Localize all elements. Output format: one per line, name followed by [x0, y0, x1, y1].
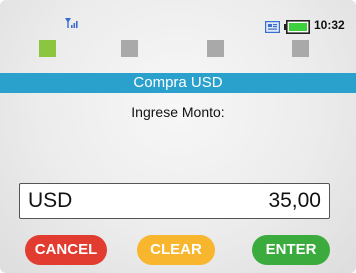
- currency-label: USD: [28, 189, 73, 212]
- battery-icon: [284, 20, 310, 34]
- status-bar: 10:32: [0, 0, 356, 34]
- indicator-2: [121, 40, 138, 57]
- signal-icon: [65, 18, 78, 28]
- clock: 10:32: [314, 18, 345, 32]
- enter-button[interactable]: ENTER: [252, 235, 330, 265]
- pos-screen: 10:32 Compra USD Ingrese Monto: USD 35,0…: [0, 0, 356, 273]
- sim-card-icon: [265, 21, 280, 33]
- page-title: Compra USD: [0, 73, 356, 93]
- amount-field[interactable]: USD 35,00: [19, 183, 330, 219]
- indicator-1: [39, 40, 56, 57]
- indicator-3: [207, 40, 224, 57]
- indicator-4: [292, 40, 309, 57]
- cancel-button[interactable]: CANCEL: [25, 235, 107, 265]
- amount-value: 35,00: [268, 189, 321, 212]
- clear-button[interactable]: CLEAR: [137, 235, 215, 265]
- amount-prompt: Ingrese Monto:: [131, 104, 225, 120]
